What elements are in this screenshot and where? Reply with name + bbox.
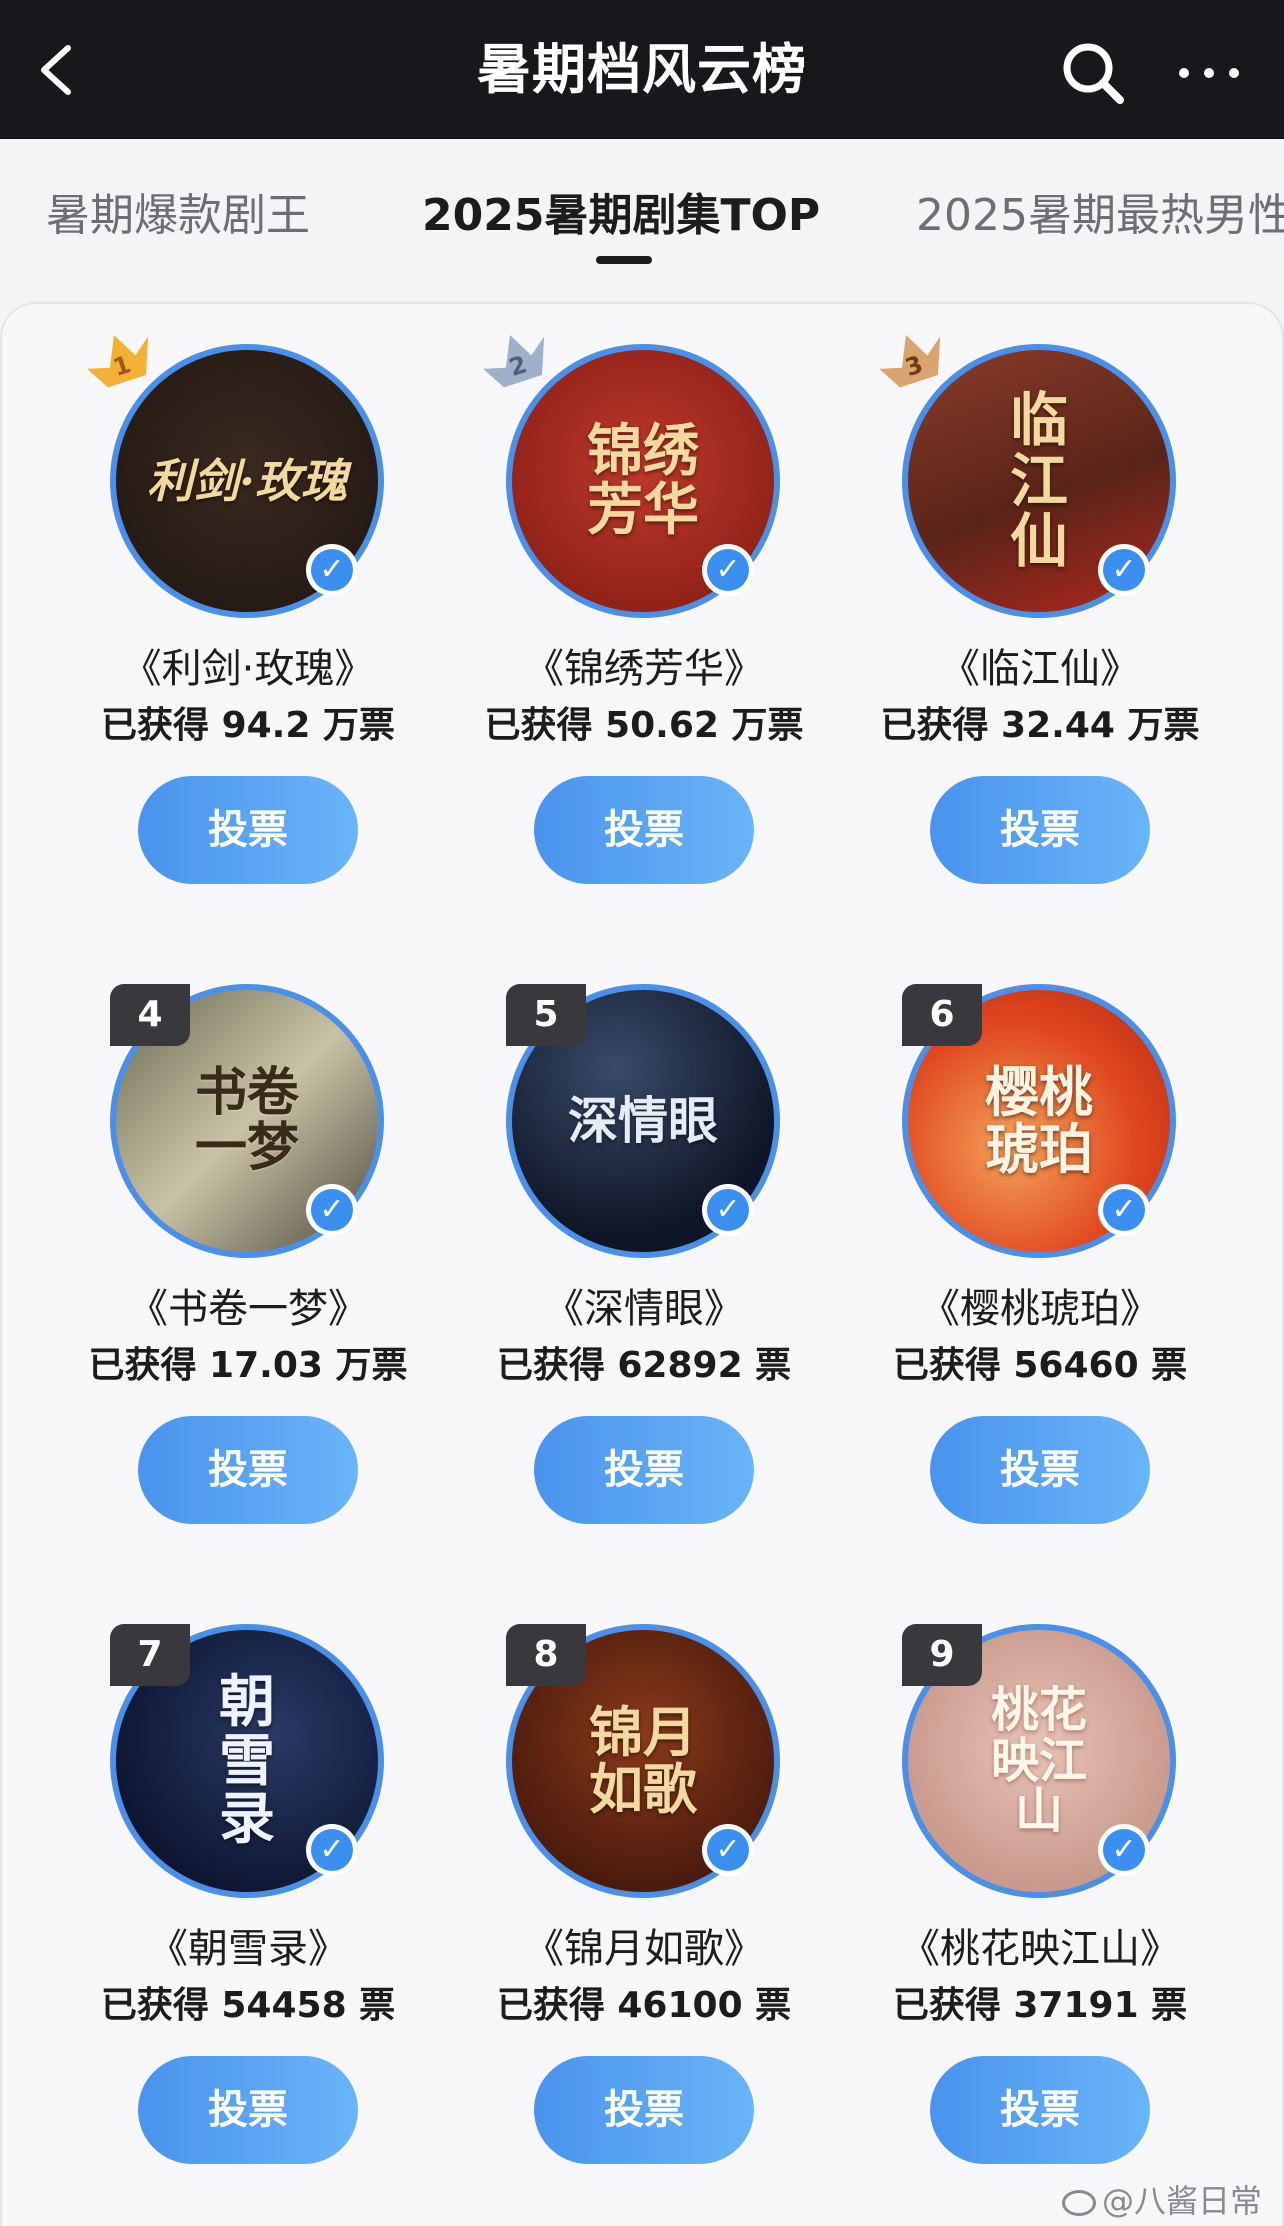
ranking-item: 书卷一梦 4 ✓ 《书卷一梦》 已获得 17.03 万票 投票 [48,944,408,1564]
checkmark-icon: ✓ [311,549,353,591]
tab-summer-hit-king[interactable]: 暑期爆款剧王 [46,179,310,243]
poster-title: 樱桃琥珀 [985,1060,1093,1181]
vote-button[interactable]: 投票 [534,2056,754,2164]
ranking-item: 锦绣芳华 2 ✓ 《锦绣芳华》 已获得 50.62 万票 投票 [444,304,804,924]
poster-title: 书卷一梦 [194,1062,299,1178]
verified-badge: ✓ [702,544,754,596]
vote-count: 已获得 54458 票 [100,1985,396,2026]
checkmark-icon: ✓ [1103,549,1145,591]
search-icon [1063,43,1124,104]
ranking-item: 朝雪录 7 ✓ 《朝雪录》 已获得 54458 票 投票 [48,1584,408,2204]
checkmark-icon: ✓ [311,1829,353,1871]
poster-title: 临江仙 [1009,385,1068,576]
rank-badge: 9 [902,1624,982,1686]
checkmark-icon: ✓ [1103,1189,1145,1231]
verified-badge: ✓ [702,1184,754,1236]
vote-button[interactable]: 投票 [930,2056,1150,2164]
weibo-icon [1062,2190,1096,2216]
top-bar: 暑期档风云榜 [0,0,1284,139]
verified-badge: ✓ [306,1824,358,1876]
vote-button[interactable]: 投票 [534,1416,754,1524]
drama-name: 《利剑·玫瑰》 [121,646,375,692]
active-tab-indicator [596,256,652,264]
vote-count: 已获得 37191 票 [892,1985,1188,2026]
ranking-item: 桃花映江山 9 ✓ 《桃花映江山》 已获得 37191 票 投票 [840,1584,1200,2204]
poster-title: 深情眼 [568,1090,718,1150]
drama-name: 《锦绣芳华》 [524,646,764,692]
rank-badge: 5 [506,984,586,1046]
more-icon [1179,68,1239,78]
ranking-item: 樱桃琥珀 6 ✓ 《樱桃琥珀》 已获得 56460 票 投票 [840,944,1200,1564]
vote-button[interactable]: 投票 [930,776,1150,884]
rank-crown-silver: 2 [476,324,560,408]
checkmark-icon: ✓ [707,1829,749,1871]
drama-name: 《朝雪录》 [148,1926,348,1972]
rank-badge: 8 [506,1624,586,1686]
vote-button[interactable]: 投票 [138,1416,358,1524]
ranking-item: 利剑·玫瑰 1 ✓ 《利剑·玫瑰》 已获得 94.2 万票 投票 [48,304,408,924]
vote-count: 已获得 32.44 万票 [880,705,1200,746]
vote-count: 已获得 62892 票 [496,1345,792,1386]
vote-count: 已获得 56460 票 [892,1345,1188,1386]
rank-crown-bronze: 3 [872,324,956,408]
poster-title: 锦月如歌 [589,1700,697,1821]
verified-badge: ✓ [306,544,358,596]
checkmark-icon: ✓ [1103,1829,1145,1871]
checkmark-icon: ✓ [707,549,749,591]
drama-name: 《书卷一梦》 [128,1286,368,1332]
rank-badge: 4 [110,984,190,1046]
vote-count: 已获得 50.62 万票 [484,705,804,746]
checkmark-icon: ✓ [311,1189,353,1231]
drama-name: 《樱桃琥珀》 [920,1286,1160,1332]
ranking-card: 利剑·玫瑰 1 ✓ 《利剑·玫瑰》 已获得 94.2 万票 投票 锦绣芳华 2 … [0,302,1284,2226]
vote-count: 已获得 17.03 万票 [88,1345,408,1386]
checkmark-icon: ✓ [707,1189,749,1231]
ranking-item: 临江仙 3 ✓ 《临江仙》 已获得 32.44 万票 投票 [840,304,1200,924]
rank-badge: 6 [902,984,982,1046]
drama-name: 《锦月如歌》 [524,1926,764,1972]
vote-count: 已获得 46100 票 [496,1985,792,2026]
drama-name: 《临江仙》 [940,646,1140,692]
ranking-item: 锦月如歌 8 ✓ 《锦月如歌》 已获得 46100 票 投票 [444,1584,804,2204]
category-tabs: 暑期爆款剧王 2025暑期剧集TOP 2025暑期最热男性 [0,139,1284,299]
vote-button[interactable]: 投票 [138,2056,358,2164]
tab-2025-hottest-male[interactable]: 2025暑期最热男性 [916,179,1284,243]
verified-badge: ✓ [1098,1184,1150,1236]
poster-title: 锦绣芳华 [587,418,699,543]
verified-badge: ✓ [306,1184,358,1236]
rank-crown-gold: 1 [80,324,164,408]
drama-name: 《桃花映江山》 [900,1926,1180,1972]
watermark: @八酱日常 [1062,2176,1262,2222]
rank-badge: 7 [110,1624,190,1686]
poster-title: 朝雪录 [219,1668,275,1853]
ranking-item: 深情眼 5 ✓ 《深情眼》 已获得 62892 票 投票 [444,944,804,1564]
vote-count: 已获得 94.2 万票 [101,705,395,746]
more-button[interactable] [1174,50,1244,96]
search-button[interactable] [1058,38,1128,108]
verified-badge: ✓ [702,1824,754,1876]
verified-badge: ✓ [1098,544,1150,596]
vote-button[interactable]: 投票 [138,776,358,884]
vote-button[interactable]: 投票 [534,776,754,884]
vote-button[interactable]: 投票 [930,1416,1150,1524]
watermark-text: @八酱日常 [1102,2182,1263,2220]
drama-name: 《深情眼》 [544,1286,744,1332]
poster-title: 利剑·玫瑰 [146,453,347,508]
poster-title: 桃花映江山 [990,1682,1087,1840]
verified-badge: ✓ [1098,1824,1150,1876]
tab-2025-summer-top[interactable]: 2025暑期剧集TOP [422,179,820,243]
